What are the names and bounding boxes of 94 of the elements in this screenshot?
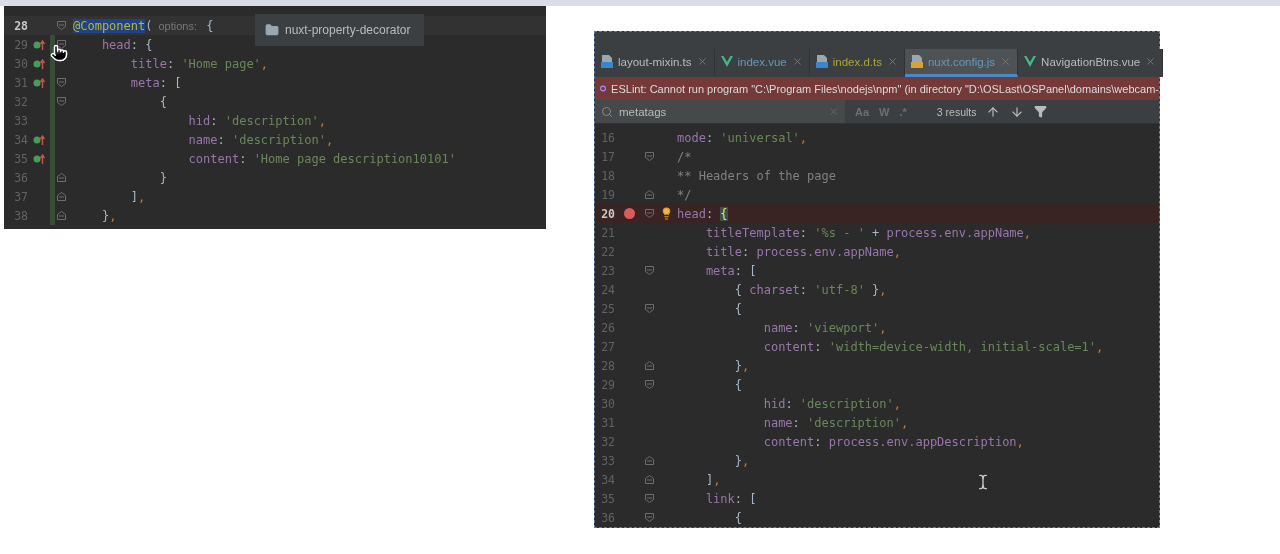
breakpoint-icon[interactable] <box>623 208 635 219</box>
search-field[interactable]: metatags <box>595 100 845 123</box>
line-number: 20 <box>600 206 615 221</box>
line-number: 21 <box>600 225 615 240</box>
line-number: 23 <box>600 263 615 278</box>
code-line: } <box>158 170 167 185</box>
line-number: 28 <box>600 358 615 373</box>
line-number: 18 <box>600 168 615 183</box>
line-number: 17 <box>600 149 615 164</box>
code-line: name: 'description', <box>187 132 334 147</box>
search-icon <box>601 105 613 118</box>
code-line: */ <box>677 187 692 202</box>
code-line: ], <box>704 472 721 487</box>
line-number: 16 <box>600 130 615 145</box>
line-number: 34 <box>600 472 615 487</box>
code-line: }, <box>100 208 117 223</box>
line-number: 19 <box>600 187 615 202</box>
line-number: 35 <box>13 151 28 166</box>
line-number: 27 <box>600 339 615 354</box>
close-icon[interactable] <box>696 56 708 67</box>
line-number: 33 <box>600 453 615 468</box>
code-line: content: process.env.appDescription, <box>762 434 1024 449</box>
code-line: { <box>158 94 167 109</box>
file-icon <box>601 55 613 68</box>
code-line: head: { <box>677 206 728 221</box>
code-line: head: { <box>100 37 153 52</box>
line-number: 22 <box>600 244 615 259</box>
line-number: 35 <box>600 491 615 506</box>
line-number: 26 <box>600 320 615 335</box>
override-icon[interactable] <box>33 58 45 69</box>
line-number: 36 <box>13 170 28 185</box>
file-icon <box>815 55 828 68</box>
filter-icon[interactable] <box>1034 105 1048 118</box>
code-line: title: process.env.appName, <box>704 244 901 259</box>
line-number: 36 <box>600 510 615 525</box>
line-number: 31 <box>600 415 615 430</box>
fold-icon[interactable] <box>56 40 66 49</box>
previous-match-icon[interactable] <box>986 104 1001 119</box>
editor-tab[interactable]: nuxt.config.js <box>904 49 1019 77</box>
close-icon[interactable] <box>1000 56 1012 67</box>
code-line: { <box>733 301 743 316</box>
line-number: 29 <box>600 377 615 392</box>
code-line: { charset: 'utf-8' }, <box>733 282 887 297</box>
code-line: link: [ <box>704 491 757 506</box>
code-line: hid: 'description', <box>762 396 901 411</box>
file-icon <box>910 55 923 68</box>
error-message: ESLint: Cannot run program "C:\Program Files\nodejs\npm" (in directory "D:\OSLast\OSPanel\domains\webcam- <box>611 82 1159 95</box>
results-count: 3 results <box>936 105 977 118</box>
close-icon[interactable] <box>886 56 898 67</box>
line-number: 25 <box>600 301 615 316</box>
code-line: content: 'width=device-width, initial-scale=1', <box>762 339 1104 354</box>
line-number: 30 <box>13 56 28 71</box>
line-number: 24 <box>600 282 615 297</box>
code-line: { <box>733 377 743 392</box>
override-icon[interactable] <box>33 39 45 50</box>
hand-cursor-icon <box>50 44 68 62</box>
override-icon[interactable] <box>33 77 45 88</box>
line-number: 29 <box>13 37 28 52</box>
line-number: 30 <box>600 396 615 411</box>
line-number: 32 <box>600 434 615 449</box>
code-line: meta: [ <box>704 263 757 278</box>
close-icon[interactable] <box>1145 56 1157 67</box>
code-line: /* <box>677 149 692 164</box>
override-icon[interactable] <box>33 134 45 145</box>
folder-icon <box>265 23 279 37</box>
line-number: 33 <box>13 113 28 128</box>
code-line: ** Headers of the page <box>677 168 836 183</box>
line-number: 28 <box>13 18 28 33</box>
code-line: @Component( options: { <box>73 18 214 33</box>
vue-file-icon <box>720 56 733 67</box>
code-line: name: 'description', <box>762 415 909 430</box>
code-line: content: 'Home page description10101' <box>187 151 456 166</box>
code-line: mode: 'universal', <box>677 130 808 145</box>
code-line: { <box>733 510 743 525</box>
code-line: meta: [ <box>129 75 182 90</box>
code-line: ], <box>129 189 146 204</box>
line-number: 37 <box>13 189 28 204</box>
code-line: }, <box>733 358 750 373</box>
line-number: 38 <box>13 208 28 223</box>
circle-icon <box>600 83 607 94</box>
line-number: 31 <box>13 75 28 90</box>
close-icon[interactable] <box>791 56 803 67</box>
clear-icon[interactable] <box>828 106 839 117</box>
code-line: hid: 'description', <box>187 113 326 128</box>
code-line: }, <box>733 453 750 468</box>
code-line: titleTemplate: '%s - ' + process.env.appName, <box>704 225 1032 240</box>
tooltip-text: nuxt-property-decorator <box>285 23 411 37</box>
code-line: name: 'viewport', <box>762 320 887 335</box>
line-number: 32 <box>13 94 28 109</box>
override-icon[interactable] <box>33 153 45 164</box>
line-number: 34 <box>13 132 28 147</box>
search-option-toggle[interactable]: .* <box>899 105 907 118</box>
vue-file-icon <box>1024 56 1037 67</box>
code-line: title: 'Home page', <box>129 56 269 71</box>
